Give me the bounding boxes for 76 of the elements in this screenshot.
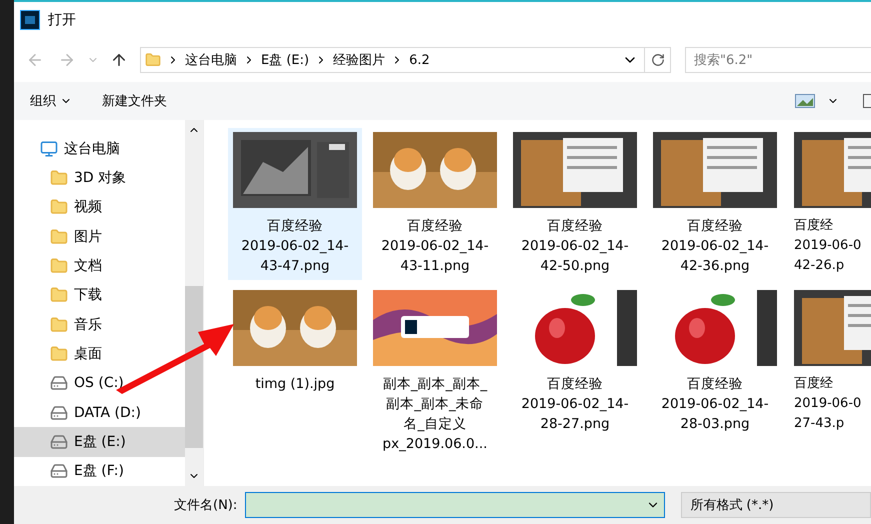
sidebar-label: E盘 (E:) bbox=[74, 432, 126, 451]
folder-icon bbox=[50, 228, 68, 246]
file-name: 百度经验 2019-06-02_14- 43-11.png bbox=[381, 217, 489, 276]
sidebar-item[interactable]: 图片 bbox=[14, 222, 185, 252]
sidebar-item[interactable]: 音乐 bbox=[14, 310, 185, 340]
file-item[interactable]: 百度经验 2019-06-02_14- 28-27.png bbox=[508, 286, 642, 458]
file-name: 百度经验 2019-06-02_14- 42-36.png bbox=[661, 217, 769, 276]
file-name: timg (1).jpg bbox=[255, 375, 335, 394]
sidebar-item[interactable]: 文档 bbox=[14, 251, 185, 281]
folder-icon bbox=[50, 168, 68, 187]
sidebar-label: 图片 bbox=[74, 228, 102, 246]
sidebar-label: 桌面 bbox=[74, 344, 102, 363]
filename-field[interactable] bbox=[245, 492, 666, 518]
folder-icon bbox=[50, 256, 68, 275]
file-item[interactable]: 百度经验 2019-06-02_14- 42-50.png bbox=[508, 128, 642, 280]
folder-icon bbox=[145, 52, 161, 68]
file-type-dropdown[interactable]: 所有格式 (*.*) bbox=[681, 492, 871, 518]
file-item[interactable]: timg (1).jpg bbox=[228, 286, 362, 458]
breadcrumb[interactable]: 这台电脑 bbox=[185, 51, 237, 69]
file-name: 百度经验 2019-06-02_14- 28-03.png bbox=[661, 375, 769, 434]
scrollbar[interactable] bbox=[185, 120, 203, 486]
sidebar-item[interactable]: 视频 bbox=[14, 192, 185, 222]
breadcrumb[interactable]: 经验图片 bbox=[333, 51, 386, 69]
refresh-button[interactable] bbox=[645, 47, 671, 73]
file-name: 百度经验 2019-06-02_14- 42-50.png bbox=[521, 217, 629, 276]
file-item[interactable]: 百度经验 2019-06-02_14- 28-03.png bbox=[648, 286, 782, 458]
address-bar[interactable]: 这台电脑 E盘 (E:) 经验图片 6.2 bbox=[140, 47, 645, 73]
folder-icon bbox=[50, 286, 68, 304]
drive-icon bbox=[50, 432, 68, 451]
drive-icon bbox=[50, 462, 68, 480]
folder-icon bbox=[50, 198, 68, 216]
sidebar-label: E盘 (F:) bbox=[74, 462, 124, 480]
sidebar-label: 下载 bbox=[74, 286, 102, 304]
sidebar-label: DATA (D:) bbox=[74, 404, 141, 421]
sidebar-item[interactable]: 这台电脑 bbox=[14, 134, 185, 164]
folder-icon bbox=[50, 344, 68, 363]
window-title: 打开 bbox=[48, 11, 76, 29]
sidebar-item[interactable]: E盘 (E:) bbox=[14, 427, 185, 457]
sidebar-label: 视频 bbox=[74, 198, 102, 216]
sidebar-item[interactable]: OS (C:) bbox=[14, 368, 185, 398]
file-item[interactable]: 副本_副本_副本_ 副本_副本_未命 名_自定义 px_2019.06.0... bbox=[368, 286, 502, 458]
sidebar-item[interactable]: 3D 对象 bbox=[14, 163, 185, 193]
sidebar-label: 这台电脑 bbox=[64, 140, 120, 158]
view-icon[interactable] bbox=[795, 94, 815, 108]
breadcrumb[interactable]: E盘 (E:) bbox=[261, 51, 310, 69]
file-name: 百度经验 2019-06-02_14- 43-47.png bbox=[241, 217, 349, 276]
drive-icon bbox=[50, 404, 68, 422]
sidebar-item[interactable]: 下载 bbox=[14, 280, 185, 310]
file-item[interactable]: 百度经 2019-06-0 27-43.p bbox=[788, 286, 871, 458]
file-item[interactable]: 百度经验 2019-06-02_14- 43-47.png bbox=[228, 128, 362, 280]
file-item[interactable]: 百度经验 2019-06-02_14- 43-11.png bbox=[368, 128, 502, 280]
sidebar-item[interactable]: 桌面 bbox=[14, 339, 185, 369]
sidebar-label: 文档 bbox=[74, 256, 102, 275]
refresh-icon bbox=[650, 53, 664, 67]
file-name: 百度经验 2019-06-02_14- 28-27.png bbox=[521, 375, 629, 434]
breadcrumb[interactable]: 6.2 bbox=[409, 52, 430, 68]
organize-button[interactable]: 组织 bbox=[30, 92, 72, 110]
sidebar-item[interactable]: E盘 (F:) bbox=[14, 456, 185, 486]
file-name: 副本_副本_副本_ 副本_副本_未命 名_自定义 px_2019.06.0... bbox=[382, 375, 488, 454]
forward-arrow-icon bbox=[58, 51, 76, 69]
sidebar-label: OS (C:) bbox=[74, 375, 124, 392]
app-icon bbox=[20, 10, 40, 30]
sidebar-item[interactable]: DATA (D:) bbox=[14, 398, 185, 428]
folder-icon bbox=[50, 316, 68, 334]
new-folder-button[interactable]: 新建文件夹 bbox=[102, 92, 167, 110]
file-name: 百度经 2019-06-0 27-43.p bbox=[794, 375, 862, 433]
file-item[interactable]: 百度经验 2019-06-02_14- 42-36.png bbox=[648, 128, 782, 280]
drive-icon bbox=[50, 374, 68, 392]
computer-icon bbox=[40, 140, 58, 158]
pane-icon[interactable] bbox=[863, 94, 871, 108]
file-item[interactable]: 百度经 2019-06-0 42-26.p bbox=[788, 128, 871, 280]
file-name: 百度经 2019-06-0 42-26.p bbox=[794, 217, 862, 275]
filename-label: 文件名(N): bbox=[174, 497, 238, 514]
sidebar-label: 3D 对象 bbox=[74, 168, 126, 187]
search-field[interactable]: 搜索"6.2" bbox=[685, 47, 871, 73]
sidebar-label: 音乐 bbox=[74, 316, 102, 334]
